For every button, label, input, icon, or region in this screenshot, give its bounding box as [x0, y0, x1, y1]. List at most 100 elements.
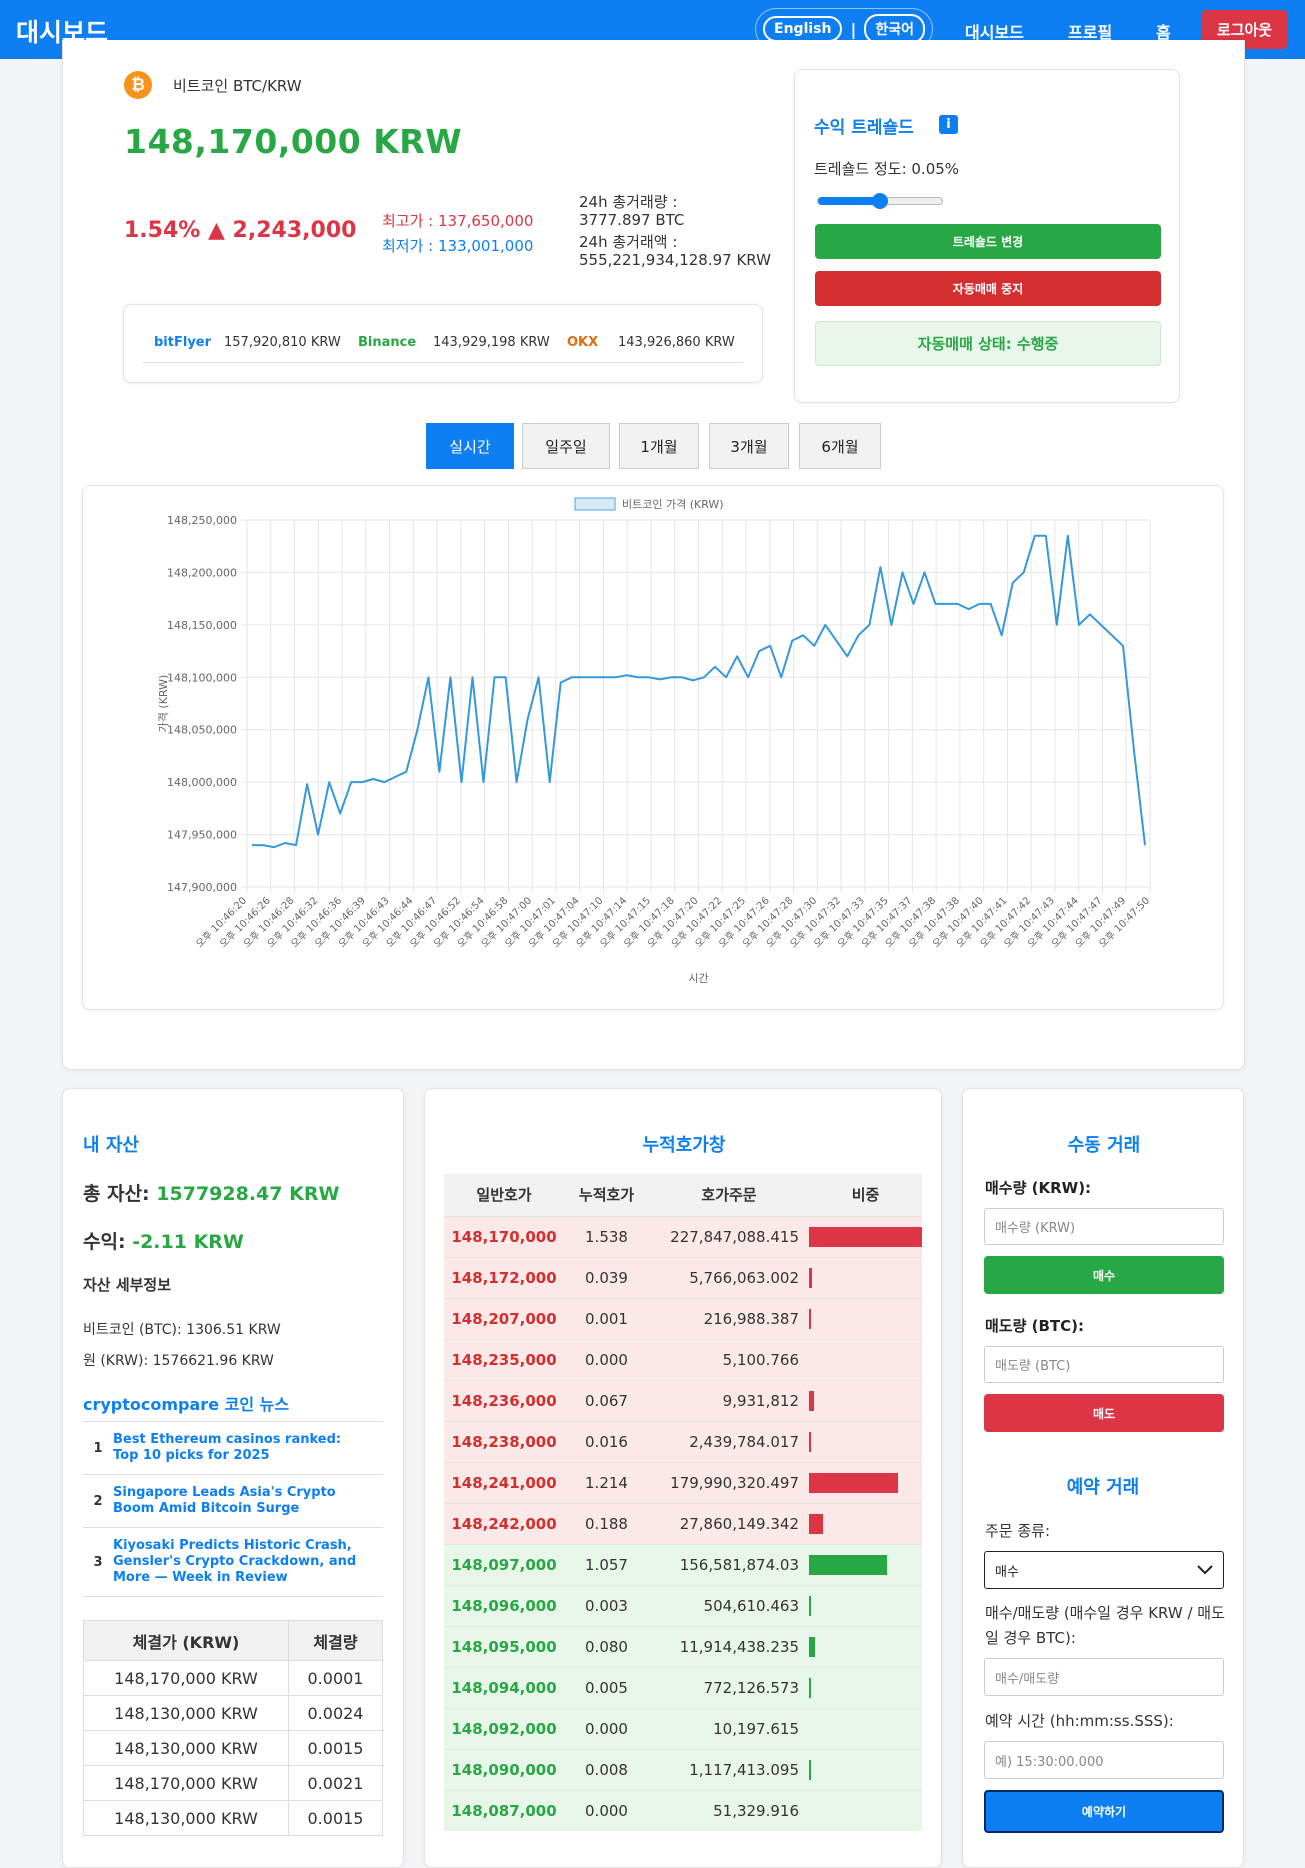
trade-price-cell: 148,130,000 KRW — [83, 1695, 289, 1731]
table-row: 148,170,000 KRW 0.0001 — [83, 1660, 383, 1696]
reserve-button[interactable]: 예약하기 — [984, 1790, 1224, 1833]
volume-value: 3777.897 BTC — [579, 211, 685, 229]
ratio-bar — [809, 1595, 812, 1616]
volume-label: 24h 총거래량 : — [579, 193, 678, 211]
orderbook-row: 148,238,000 0.016 2,439,784.017 — [444, 1420, 922, 1462]
news-number: 3 — [93, 1554, 103, 1570]
order-amount-cell: 27,860,149.342 — [649, 1502, 809, 1544]
orderbook-row: 148,235,000 0.000 5,100.766 — [444, 1338, 922, 1380]
price-cell[interactable]: 148,238,000 — [444, 1420, 564, 1462]
threshold-change-button[interactable]: 트레숄드 변경 — [815, 224, 1161, 259]
ratio-cell — [809, 1789, 922, 1831]
reserve-trade-title: 예약 거래 — [1066, 1477, 1140, 1498]
orderbook-row: 148,207,000 0.001 216,988.387 — [444, 1297, 922, 1339]
ratio-bar — [809, 1759, 812, 1780]
column-header: 누적호가 — [564, 1174, 649, 1216]
price-cell[interactable]: 148,172,000 — [444, 1256, 564, 1298]
y-tick-label: 147,950,000 — [167, 829, 237, 842]
reserve-time-input[interactable]: 예) 15:30:00.000 — [984, 1741, 1224, 1779]
ratio-cell — [809, 1256, 922, 1298]
trade-qty-cell: 0.0015 — [288, 1730, 383, 1766]
threshold-card: 수익 트레숄드 i 트레숄드 정도: 0.05% 트레숄드 변경 자동매매 중지… — [794, 69, 1180, 403]
news-link[interactable]: Best Ethereum casinos ranked: Top 10 pic… — [113, 1432, 363, 1464]
ratio-cell — [809, 1543, 922, 1585]
y-tick-label: 148,100,000 — [167, 671, 237, 684]
btc-balance: 비트코인 (BTC): 1306.51 KRW — [83, 1322, 281, 1338]
y-axis-title: 가격 (KRW) — [157, 675, 170, 733]
price-cell[interactable]: 148,096,000 — [444, 1584, 564, 1626]
chevron-down-icon — [1197, 1565, 1213, 1575]
price-cell[interactable]: 148,235,000 — [444, 1338, 564, 1380]
trade-history-table: 체결가 (KRW) 체결량 148,170,000 KRW 0.0001 148,13… — [83, 1620, 383, 1836]
sell-button[interactable]: 매도 — [984, 1394, 1224, 1432]
price-cell[interactable]: 148,090,000 — [444, 1748, 564, 1790]
order-type-value: 매수 — [995, 1564, 1019, 1580]
amount-value: 555,221,934,128.97 KRW — [579, 251, 771, 269]
exchange-name-bitflyer: bitFlyer — [154, 335, 212, 350]
ratio-cell — [809, 1625, 922, 1667]
exchange-name-okx: OKX — [567, 335, 599, 350]
trade-qty-cell: 0.0024 — [288, 1695, 383, 1731]
news-link[interactable]: Singapore Leads Asia's Crypto Boom Amid … — [113, 1485, 363, 1517]
column-header: 체결가 (KRW) — [83, 1620, 289, 1661]
info-icon[interactable]: i — [939, 115, 958, 134]
cumulative-cell: 0.000 — [564, 1789, 649, 1831]
tab-1month[interactable]: 1개월 — [619, 423, 699, 469]
threshold-slider[interactable] — [817, 193, 943, 209]
profit-value: -2.11 KRW — [132, 1231, 244, 1253]
orderbook-row: 148,087,000 0.000 51,329.916 — [444, 1789, 922, 1831]
asset-detail-title: 자산 세부정보 — [83, 1276, 172, 1294]
high-price: 최고가 : 137,650,000 — [382, 212, 534, 230]
ratio-cell — [809, 1707, 922, 1749]
news-title[interactable]: cryptocompare 코인 뉴스 — [83, 1391, 289, 1415]
orderbook-row: 148,096,000 0.003 504,610.463 — [444, 1584, 922, 1626]
sell-amount-input[interactable]: 매도량 (BTC) — [984, 1346, 1224, 1383]
tab-3month[interactable]: 3개월 — [709, 423, 789, 469]
cumulative-cell: 0.008 — [564, 1748, 649, 1790]
ratio-bar — [809, 1226, 922, 1247]
price-cell[interactable]: 148,236,000 — [444, 1379, 564, 1421]
total-assets-value: 1577928.47 KRW — [156, 1183, 340, 1205]
table-row: 148,130,000 KRW 0.0015 — [83, 1730, 383, 1766]
order-qty-input[interactable]: 매수/매도량 — [984, 1658, 1224, 1696]
price-cell[interactable]: 148,097,000 — [444, 1543, 564, 1585]
price-cell[interactable]: 148,092,000 — [444, 1707, 564, 1749]
ratio-cell — [809, 1338, 922, 1380]
news-number: 1 — [93, 1440, 103, 1456]
cumulative-cell: 0.067 — [564, 1379, 649, 1421]
price-cell[interactable]: 148,087,000 — [444, 1789, 564, 1831]
y-tick-label: 148,250,000 — [167, 514, 237, 527]
news-item[interactable]: 1 Best Ethereum casinos ranked: Top 10 pi… — [83, 1421, 383, 1474]
orderbook-title: 누적호가창 — [642, 1135, 726, 1156]
tab-week[interactable]: 일주일 — [522, 423, 610, 469]
ratio-cell — [809, 1379, 922, 1421]
buy-button[interactable]: 매수 — [984, 1256, 1224, 1294]
cumulative-cell: 0.003 — [564, 1584, 649, 1626]
order-amount-cell: 179,990,320.497 — [649, 1461, 809, 1503]
news-item[interactable]: 2 Singapore Leads Asia's Crypto Boom Amid… — [83, 1474, 383, 1527]
cumulative-cell: 0.000 — [564, 1707, 649, 1749]
ratio-bar — [809, 1390, 814, 1411]
price-cell[interactable]: 148,095,000 — [444, 1625, 564, 1667]
price-cell[interactable]: 148,241,000 — [444, 1461, 564, 1503]
price-change: 1.54% ▲ 2,243,000 — [124, 218, 356, 243]
price-cell[interactable]: 148,094,000 — [444, 1666, 564, 1708]
lang-english-button[interactable]: English — [763, 16, 843, 42]
news-link[interactable]: Kiyosaki Predicts Historic Crash, Gensle… — [113, 1538, 363, 1586]
price-cell[interactable]: 148,242,000 — [444, 1502, 564, 1544]
auto-trade-stop-button[interactable]: 자동매매 중지 — [815, 271, 1161, 306]
profit: 수익: -2.11 KRW — [83, 1227, 244, 1254]
orderbook-row: 148,090,000 0.008 1,117,413.095 — [444, 1748, 922, 1790]
amount-label: 24h 총거래액 : — [579, 233, 678, 251]
news-item[interactable]: 3 Kiyosaki Predicts Historic Crash, Gensl… — [83, 1527, 383, 1597]
tab-realtime[interactable]: 실시간 — [426, 423, 514, 469]
order-amount-cell: 5,766,063.002 — [649, 1256, 809, 1298]
price-cell[interactable]: 148,170,000 — [444, 1215, 564, 1257]
low-price: 최저가 : 133,001,000 — [382, 237, 534, 255]
slider-thumb[interactable] — [872, 193, 888, 209]
tab-6month[interactable]: 6개월 — [799, 423, 881, 469]
y-tick-label: 148,150,000 — [167, 619, 237, 632]
buy-amount-input[interactable]: 매수량 (KRW) — [984, 1208, 1224, 1245]
price-cell[interactable]: 148,207,000 — [444, 1297, 564, 1339]
order-type-select[interactable]: 매수 — [984, 1551, 1224, 1589]
